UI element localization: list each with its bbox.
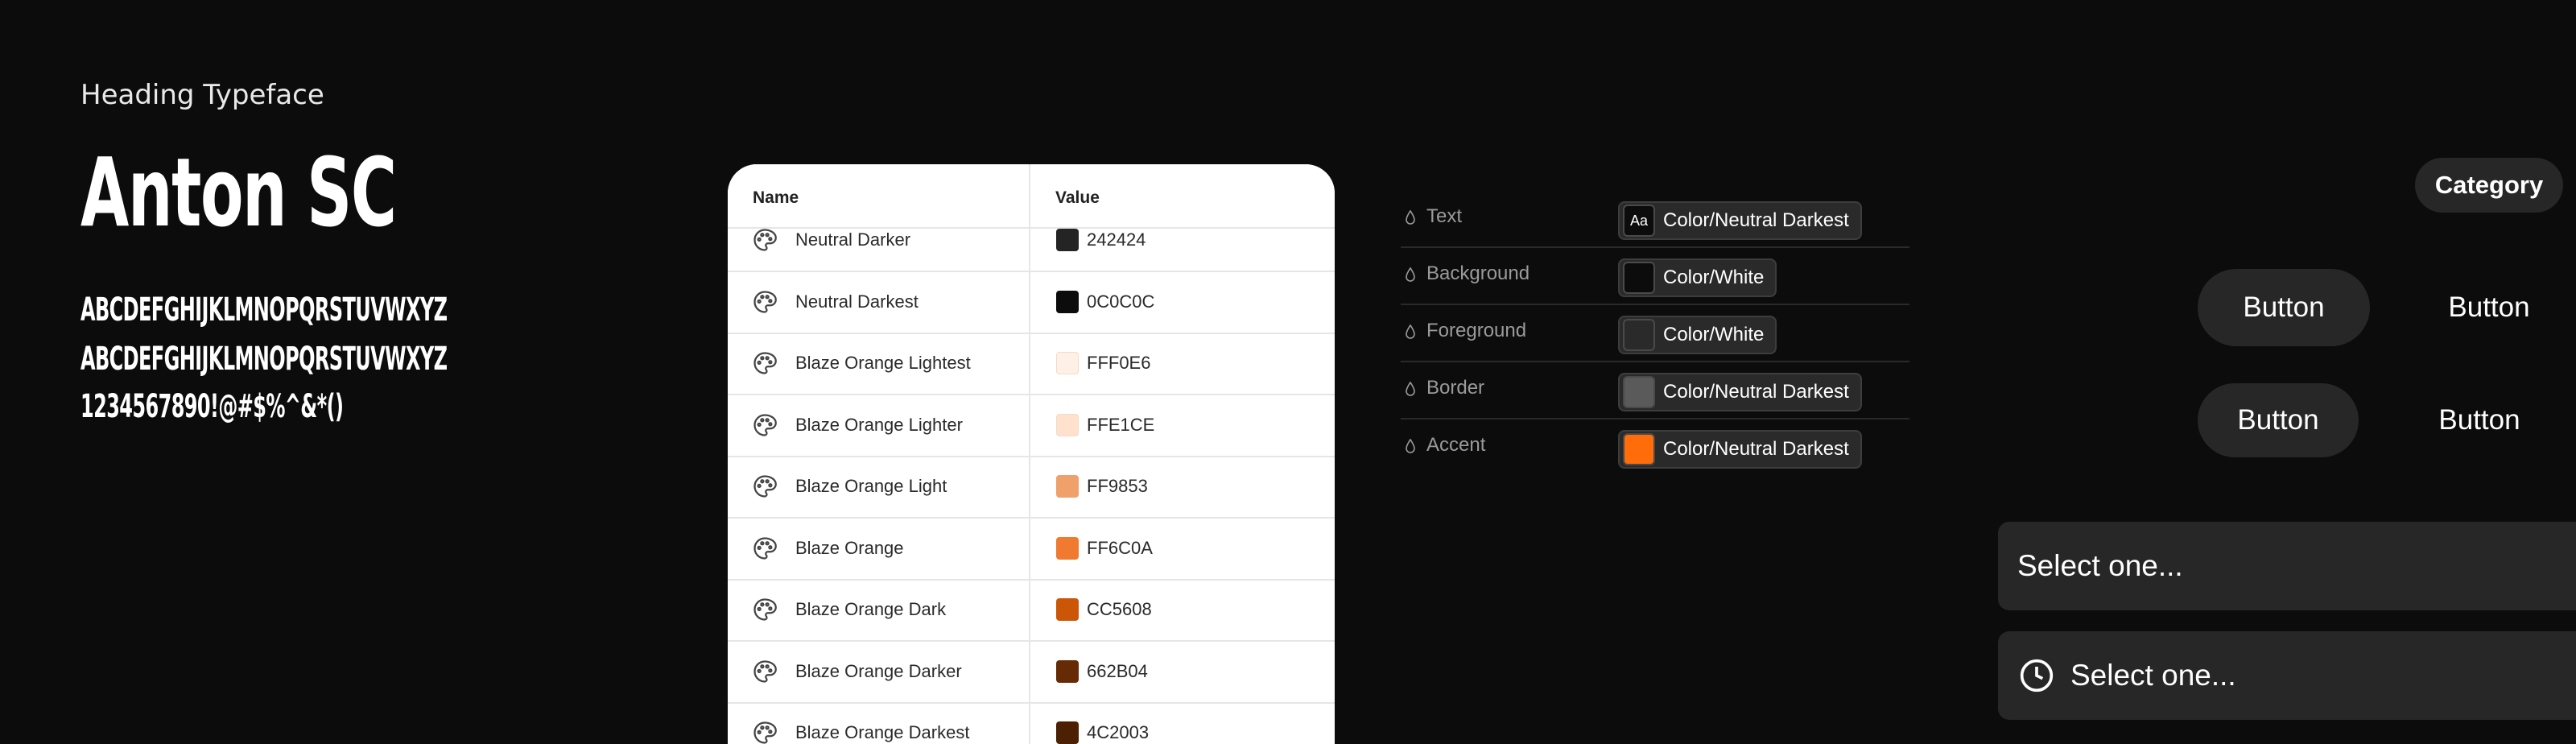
token-label: Background — [1426, 262, 1530, 284]
token-swatch: Aa — [1623, 205, 1655, 237]
token-value-pill[interactable]: Color/Neutral Darkest — [1618, 430, 1862, 469]
palette-icon — [753, 474, 777, 498]
color-hex-value: 242424 — [1087, 229, 1146, 250]
clock-icon — [2020, 659, 2054, 692]
token-swatch — [1623, 433, 1655, 465]
table-row[interactable]: Blaze Orange Darkest 4C2003 — [728, 702, 1335, 744]
table-row[interactable]: Blaze Orange Lighter FFE1CE — [728, 395, 1335, 457]
token-label: Accent — [1426, 434, 1486, 456]
table-header: Name Value — [728, 164, 1335, 229]
table-row[interactable]: Blaze Orange Light FF9853 — [728, 456, 1335, 519]
token-value-pill[interactable]: Color/White — [1618, 316, 1777, 354]
color-swatch — [1056, 536, 1079, 560]
token-value-pill[interactable]: Color/Neutral Darkest — [1618, 373, 1862, 411]
color-name: Blaze Orange Dark — [795, 599, 947, 619]
token-row-background: Background Color/White — [1401, 247, 1909, 305]
table-row[interactable]: Blaze Orange FF6C0A — [728, 518, 1335, 581]
color-name: Neutral Darker — [795, 229, 911, 250]
drop-icon — [1404, 438, 1417, 454]
palette-icon — [753, 228, 777, 252]
category-tag[interactable]: Category — [2415, 158, 2563, 213]
color-name: Blaze Orange Light — [795, 476, 947, 496]
color-name: Blaze Orange Darkest — [795, 722, 970, 742]
token-swatch — [1623, 319, 1655, 351]
palette-icon — [753, 721, 777, 744]
token-value: Color/White — [1663, 324, 1765, 345]
ghost-button[interactable]: Button — [2415, 269, 2563, 346]
token-swatch — [1623, 376, 1655, 408]
glyph-sample-lowercase: ABCDEFGHIJKLMNOPQRSTUVWXYZ — [80, 341, 448, 378]
color-table: Name Value Neutral Darker 242424 Neutral D… — [728, 164, 1335, 744]
color-swatch — [1056, 598, 1079, 621]
color-name: Blaze Orange — [795, 537, 904, 558]
color-hex-value: 0C0C0C — [1087, 291, 1155, 312]
token-value: Color/Neutral Darkest — [1663, 438, 1849, 460]
select-dropdown[interactable]: Select one... — [1998, 522, 2576, 610]
color-swatch — [1056, 721, 1079, 744]
drop-icon — [1404, 381, 1417, 397]
heading-typeface-label: Heading Typeface — [80, 79, 324, 111]
token-label: Foreground — [1426, 320, 1527, 341]
token-row-text: Text Aa Color/Neutral Darkest — [1401, 190, 1909, 248]
table-row[interactable]: Blaze Orange Dark CC5608 — [728, 579, 1335, 642]
color-swatch — [1056, 290, 1079, 313]
color-name: Blaze Orange Darker — [795, 660, 962, 681]
primary-button[interactable]: Button — [2198, 269, 2370, 346]
color-swatch — [1056, 229, 1079, 251]
token-value: Color/Neutral Darkest — [1663, 381, 1849, 403]
color-name: Neutral Darkest — [795, 291, 919, 312]
select-placeholder: Select one... — [2070, 659, 2236, 692]
token-label: Text — [1426, 205, 1463, 227]
token-label: Border — [1426, 377, 1485, 399]
token-row-accent: Accent Color/Neutral Darkest — [1401, 419, 1909, 475]
token-value-pill[interactable]: Aa Color/Neutral Darkest — [1618, 201, 1862, 240]
drop-icon — [1404, 324, 1417, 340]
typography-panel: Heading Typeface Anton SC ABCDEFGHIJKLMN… — [80, 0, 644, 744]
color-swatch — [1056, 352, 1079, 374]
color-name: Blaze Orange Lighter — [795, 414, 963, 435]
glyph-sample-numbers: 1234567890!@#$%^&*() — [80, 388, 344, 425]
token-value-pill[interactable]: Color/White — [1618, 258, 1777, 297]
palette-icon — [753, 290, 777, 314]
token-swatch — [1623, 262, 1655, 294]
token-row-border: Border Color/Neutral Darkest — [1401, 362, 1909, 420]
font-name: Anton SC — [80, 137, 397, 248]
select-dropdown-with-icon[interactable]: Select one... — [1998, 631, 2576, 720]
color-name: Blaze Orange Lightest — [795, 353, 971, 373]
palette-icon — [753, 536, 777, 560]
palette-icon — [753, 659, 777, 684]
color-hex-value: FFE1CE — [1087, 414, 1155, 435]
color-hex-value: FF6C0A — [1087, 537, 1153, 558]
palette-icon — [753, 413, 777, 437]
table-row[interactable]: Blaze Orange Darker 662B04 — [728, 641, 1335, 704]
token-row-foreground: Foreground Color/White — [1401, 304, 1909, 362]
color-hex-value: CC5608 — [1087, 599, 1152, 619]
color-hex-value: 662B04 — [1087, 660, 1148, 681]
column-header-name: Name — [753, 188, 799, 207]
drop-icon — [1404, 209, 1417, 225]
token-value: Color/White — [1663, 267, 1765, 288]
palette-icon — [753, 351, 777, 375]
select-placeholder: Select one... — [2017, 549, 2183, 582]
color-hex-value: 4C2003 — [1087, 722, 1150, 742]
color-swatch — [1056, 659, 1079, 683]
drop-icon — [1404, 267, 1417, 283]
color-swatch — [1056, 475, 1079, 498]
table-row[interactable]: Blaze Orange Lightest FFF0E6 — [728, 333, 1335, 395]
glyph-sample-uppercase: ABCDEFGHIJKLMNOPQRSTUVWXYZ — [80, 291, 448, 329]
color-hex-value: FFF0E6 — [1087, 353, 1151, 373]
color-swatch — [1056, 413, 1079, 436]
table-row[interactable]: Neutral Darkest 0C0C0C — [728, 271, 1335, 334]
ghost-button-small[interactable]: Button — [2405, 383, 2553, 457]
column-header-value: Value — [1055, 188, 1100, 207]
column-divider — [1029, 164, 1030, 744]
token-value: Color/Neutral Darkest — [1663, 209, 1849, 231]
primary-button-small[interactable]: Button — [2198, 383, 2359, 457]
color-hex-value: FF9853 — [1087, 476, 1148, 496]
palette-icon — [753, 597, 777, 622]
